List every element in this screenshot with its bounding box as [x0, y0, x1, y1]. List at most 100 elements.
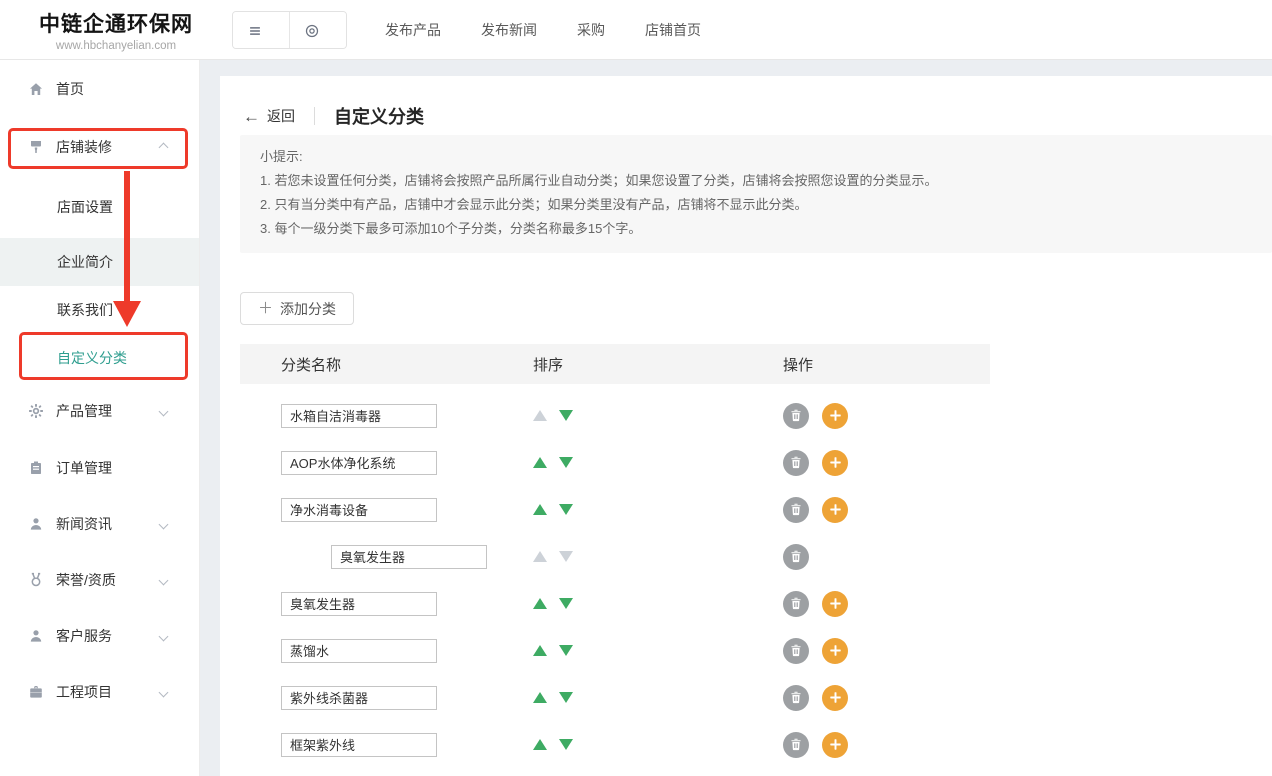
add-subcategory-button[interactable] — [822, 497, 848, 523]
delete-category-button[interactable] — [783, 403, 809, 429]
sidebar-item-label: 店面设置 — [57, 197, 113, 217]
move-up-button[interactable] — [533, 739, 547, 750]
nav-publish-news[interactable]: 发布新闻 — [481, 20, 537, 40]
plus-icon — [829, 503, 842, 516]
move-down-button[interactable] — [559, 598, 573, 609]
delete-category-button[interactable] — [783, 638, 809, 664]
delete-category-button[interactable] — [783, 591, 809, 617]
add-subcategory-button[interactable] — [822, 591, 848, 617]
move-down-button[interactable] — [559, 504, 573, 515]
table-header-row: 分类名称排序操作 — [240, 344, 990, 384]
actions-cell — [783, 497, 990, 523]
sidebar-item-home[interactable]: 首页 — [0, 60, 199, 118]
sidebar-item-order-management[interactable]: 订单管理 — [0, 440, 199, 496]
sidebar-item-label: 店铺装修 — [56, 137, 112, 157]
sidebar-item-label: 联系我们 — [57, 300, 113, 320]
nav-shop-home[interactable]: 店铺首页 — [645, 20, 701, 40]
site-logo[interactable]: 中链企通环保网 www.hbchanyelian.com — [30, 8, 202, 52]
sort-cell — [533, 551, 783, 562]
delete-category-button[interactable] — [783, 497, 809, 523]
sidebar-item-projects[interactable]: 工程项目 — [0, 664, 199, 720]
delete-category-button[interactable] — [783, 450, 809, 476]
sidebar-item-custom-category[interactable]: 自定义分类 — [0, 334, 199, 382]
clipboard-icon — [28, 460, 44, 476]
plus-icon — [829, 738, 842, 751]
table-row — [240, 627, 990, 674]
move-down-button[interactable] — [559, 645, 573, 656]
move-up-button[interactable] — [533, 692, 547, 703]
move-down-button[interactable] — [559, 457, 573, 468]
user-icon — [28, 516, 44, 532]
move-up-button[interactable] — [533, 598, 547, 609]
briefcase-icon — [28, 684, 44, 700]
category-name-cell — [240, 639, 533, 663]
actions-cell — [783, 732, 990, 758]
tip-line: 2. 只有当分类中有产品，店铺中才会显示此分类；如果分类里没有产品，店铺将不显示… — [260, 193, 1252, 217]
chevron-down-icon — [159, 631, 169, 641]
user-icon — [28, 628, 44, 644]
category-name-input[interactable] — [281, 592, 437, 616]
sidebar-item-customer-service[interactable]: 客户服务 — [0, 608, 199, 664]
sidebar-item-label: 自定义分类 — [57, 348, 127, 368]
trash-icon — [790, 738, 802, 751]
page-title: 自定义分类 — [334, 103, 424, 129]
move-up-button[interactable] — [533, 457, 547, 468]
plus-icon — [829, 644, 842, 657]
back-button[interactable]: ← 返回 — [243, 106, 295, 126]
trash-icon — [790, 409, 802, 422]
sidebar-item-label: 工程项目 — [56, 682, 112, 702]
nav-purchase[interactable]: 采购 — [577, 20, 605, 40]
trash-icon — [790, 597, 802, 610]
back-label: 返回 — [267, 106, 295, 126]
logo-title: 中链企通环保网 — [30, 8, 202, 38]
category-name-input[interactable] — [281, 404, 437, 428]
toolbar-icon-group — [232, 11, 347, 49]
table-header-col-3: 操作 — [783, 354, 990, 375]
add-subcategory-button[interactable] — [822, 403, 848, 429]
table-header-col-2: 排序 — [533, 354, 783, 375]
move-up-button[interactable] — [533, 504, 547, 515]
move-up-button[interactable] — [533, 645, 547, 656]
add-subcategory-button[interactable] — [822, 685, 848, 711]
category-name-input[interactable] — [281, 639, 437, 663]
sidebar-item-shop-settings[interactable]: 店面设置 — [0, 176, 199, 238]
move-down-button[interactable] — [559, 692, 573, 703]
delete-category-button[interactable] — [783, 732, 809, 758]
sidebar-item-news[interactable]: 新闻资讯 — [0, 496, 199, 552]
trash-icon — [790, 691, 802, 704]
delete-category-button[interactable] — [783, 685, 809, 711]
table-header-col-1: 分类名称 — [240, 354, 533, 375]
move-down-button[interactable] — [559, 410, 573, 421]
chevron-up-icon — [159, 142, 169, 152]
add-subcategory-button[interactable] — [822, 450, 848, 476]
category-name-cell — [240, 733, 533, 757]
sidebar-item-label: 首页 — [56, 79, 84, 99]
category-name-input[interactable] — [281, 686, 437, 710]
move-up-button — [533, 551, 547, 562]
sidebar-item-honors[interactable]: 荣誉/资质 — [0, 552, 199, 608]
sidebar-item-contact-us[interactable]: 联系我们 — [0, 286, 199, 334]
service-button[interactable] — [290, 12, 346, 48]
sidebar-item-label: 产品管理 — [56, 401, 112, 421]
sort-cell — [533, 457, 783, 468]
nav-publish-product[interactable]: 发布产品 — [385, 20, 441, 40]
content-area: ← 返回 自定义分类 小提示: 1. 若您未设置任何分类，店铺将会按照产品所属行… — [200, 60, 1272, 776]
home-icon — [28, 81, 44, 97]
move-down-button[interactable] — [559, 739, 573, 750]
delete-category-button[interactable] — [783, 544, 809, 570]
table-row — [240, 439, 990, 486]
sidebar-item-shop-decoration[interactable]: 店铺装修 — [0, 118, 199, 176]
category-name-input[interactable] — [281, 733, 437, 757]
add-category-button[interactable]: ＋ 添加分类 — [240, 292, 354, 325]
list-menu-button[interactable] — [233, 12, 289, 48]
chevron-down-icon — [159, 406, 169, 416]
add-subcategory-button[interactable] — [822, 638, 848, 664]
sidebar-item-label: 客户服务 — [56, 626, 112, 646]
category-name-input[interactable] — [281, 498, 437, 522]
category-name-input[interactable] — [331, 545, 487, 569]
category-name-input[interactable] — [281, 451, 437, 475]
add-subcategory-button[interactable] — [822, 732, 848, 758]
sidebar-item-company-profile[interactable]: 企业简介 — [0, 238, 199, 286]
table-row — [240, 486, 990, 533]
sidebar-item-product-management[interactable]: 产品管理 — [0, 382, 199, 440]
